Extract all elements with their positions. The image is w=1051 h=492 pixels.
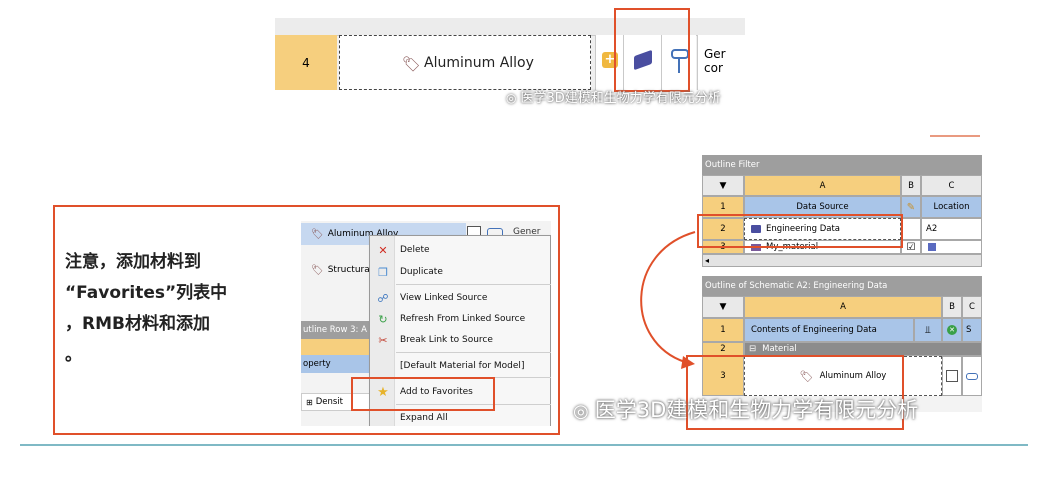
context-menu-screenshot: 🏷 Aluminum Alloy Gener 🏷 Structural utli… [301,221,551,426]
link-icon [966,372,978,380]
note-line2: “Favorites”列表中 [65,283,228,303]
tag-icon: 🏷 [311,264,324,276]
outline-filter-row3-b[interactable]: ☑ [901,240,921,254]
schematic-col-b[interactable]: B [942,296,962,318]
refresh-link-icon: ↻ [378,312,388,326]
schematic-row2-num: 2 [702,342,744,356]
outline-filter-corner[interactable]: ▼ [702,175,744,196]
schematic-row1-a: Contents of Engineering Data [744,318,914,342]
watermark-small: ◎ 医学3D建模和生物力学有限元分析 [506,91,721,106]
schematic-col-c[interactable]: C [962,296,982,318]
gen-text-line2: cor [704,61,723,75]
schematic-row3-b[interactable] [942,356,962,396]
schematic-corner[interactable]: ▼ [702,296,744,318]
sort-icon: ⫫ [925,324,931,336]
menu-separator-1 [396,284,551,285]
note-line1: 注意，添加材料到 [65,252,201,272]
curved-arrow [640,231,696,369]
menu-default-material[interactable]: [Default Material for Model] [370,356,550,376]
schematic-row3-c [962,356,982,396]
tag-icon: 🏷 [311,228,324,240]
watermark-large: ◎ 医学3D建模和生物力学有限元分析 [573,398,919,422]
schematic-col-a[interactable]: A [744,296,942,318]
outline-filter-panel: Outline Filter ▼ A B C 1 Data Source ✎ L… [702,155,982,267]
material-name: Aluminum Alloy [424,54,534,71]
duplicate-icon: ❐ [378,265,388,279]
arrow-head [681,356,695,369]
material-cell[interactable]: 🏷 Aluminum Alloy [339,35,591,90]
curved-arrow-path [640,231,696,363]
menu-duplicate[interactable]: ❐ Duplicate [370,262,550,282]
wechat-icon: ◎ [573,401,589,422]
outline-row-yellow [301,339,371,355]
top-strip-panel: 4 🏷 Aluminum Alloy + Ger cor [275,8,745,92]
outline-filter-col-c[interactable]: C [921,175,982,196]
chart-icon [928,243,936,251]
schematic-row1-num: 1 [702,318,744,342]
outline-filter-row1-c: Location [921,196,982,218]
row-number: 4 [302,55,310,70]
density-label: Densit [315,397,343,407]
schematic-outline-title: Outline of Schematic A2: Engineering Dat… [702,276,982,296]
delete-x-icon: ✕ [378,243,388,257]
menu-delete[interactable]: ✕ Delete [370,240,550,260]
schematic-row1-c: S [962,318,982,342]
collapse-icon: ⊟ [749,344,757,354]
property-header: operty [301,355,371,373]
break-link-icon: ✂ [378,333,388,347]
structural-row[interactable]: 🏷 Structural [301,259,373,281]
general-cell: Ger cor [697,35,745,90]
outline-filter-row1-b: ✎ [901,196,921,218]
outline-filter-row3-c [921,240,982,254]
highlight-box-book [614,8,690,92]
tag-icon: 🏷 [402,55,422,73]
material-section-label: Material [762,344,797,354]
outline-filter-col-a[interactable]: A [744,175,901,196]
note-box: 注意，添加材料到 “Favorites”列表中 ，RMB材料和添加 。 🏷 Al… [53,205,560,435]
menu-refresh-linked[interactable]: ↻ Refresh From Linked Source [370,309,550,329]
gen-text-line1: Ger [704,47,726,61]
outline-filter-row2-b [901,218,921,240]
pencil-icon: ✎ [906,201,916,213]
note-line3: ，RMB材料和添加 [65,314,210,334]
note-line4: 。 [65,345,82,365]
menu-view-linked[interactable]: ☍ View Linked Source [370,288,550,308]
structural-label: Structural [327,265,373,275]
outline-filter-scrollbar[interactable]: ◂ [702,254,982,267]
checkbox [946,370,958,382]
note-text: 注意，添加材料到 “Favorites”列表中 ，RMB材料和添加 。 [65,247,295,371]
menu-break-link[interactable]: ✂ Break Link to Source [370,330,550,350]
plus-box-icon: ⊞ [306,397,313,407]
highlight-box-favorites [351,377,495,411]
divider-line [20,444,1028,446]
outline-filter-row2-c: A2 [921,218,982,240]
link-view-icon: ☍ [377,291,389,305]
row-number-cell[interactable]: 4 [275,35,337,90]
wechat-icon: ◎ [506,91,517,105]
schematic-row2-a[interactable]: ⊟ Material [744,342,982,356]
outline-filter-col-b[interactable]: B [901,175,921,196]
schematic-row1-icons: ⫫ [914,318,942,342]
accent-line [930,135,980,137]
schematic-row1-b: ✕ [942,318,962,342]
green-x-icon: ✕ [947,325,957,335]
menu-separator-2 [396,352,551,353]
highlight-box-engineering-data [697,214,903,248]
outline-filter-title: Outline Filter [702,155,982,175]
outline-row-title: utline Row 3: A [301,321,371,339]
